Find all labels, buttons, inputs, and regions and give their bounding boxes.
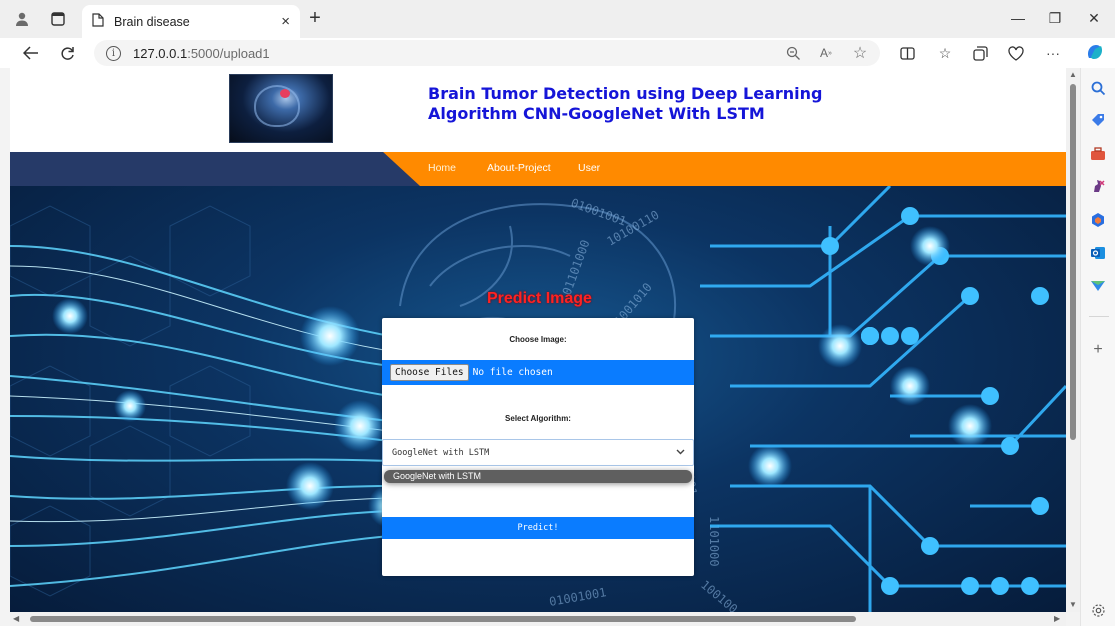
svg-text:01001001: 01001001 <box>548 585 607 609</box>
site-header: Brain Tumor Detection using Deep Learnin… <box>10 68 1066 152</box>
tools-briefcase-icon[interactable] <box>1088 144 1108 164</box>
search-icon[interactable] <box>1088 78 1108 98</box>
add-sidebar-app-icon[interactable]: + <box>1088 340 1108 360</box>
tab-close-icon[interactable]: × <box>281 13 290 30</box>
browser-essentials-icon[interactable] <box>1005 42 1027 64</box>
choose-image-label: Choose Image: <box>509 335 567 344</box>
microsoft-365-icon[interactable] <box>1088 210 1108 230</box>
brain-logo-image <box>229 74 333 143</box>
drop-send-icon[interactable] <box>1088 276 1108 296</box>
navbar: Home About-Project User <box>10 152 1066 186</box>
scroll-right-icon[interactable]: ▶ <box>1054 614 1060 623</box>
scroll-up-icon[interactable]: ▲ <box>1069 70 1077 79</box>
algorithm-select[interactable]: GoogleNet with LSTM <box>382 439 694 466</box>
file-status-text: No file chosen <box>472 367 553 378</box>
refresh-icon[interactable] <box>56 42 78 64</box>
restore-button[interactable]: ❐ <box>1040 5 1070 31</box>
read-aloud-icon[interactable]: A» <box>815 42 837 64</box>
split-screen-icon[interactable] <box>896 42 918 64</box>
hero-background: 01001001 10100110 01101000 1001010 01001… <box>10 186 1066 612</box>
new-tab-button[interactable]: + <box>302 5 328 31</box>
vertical-scroll-thumb[interactable] <box>1070 84 1076 440</box>
sidebar-divider <box>1089 316 1109 317</box>
scroll-left-icon[interactable]: ◀ <box>13 614 19 623</box>
vertical-scrollbar[interactable]: ▲ ▼ <box>1066 68 1080 612</box>
horizontal-scroll-thumb[interactable] <box>30 616 856 622</box>
page-viewport: Brain Tumor Detection using Deep Learnin… <box>10 68 1066 612</box>
chevron-down-icon <box>676 447 685 458</box>
tumor-highlight <box>280 89 290 98</box>
back-icon[interactable] <box>20 42 42 64</box>
predict-image-heading: Predict Image <box>487 290 592 307</box>
favorites-icon[interactable]: ☆ <box>934 42 956 64</box>
tab-title: Brain disease <box>114 14 190 29</box>
copilot-icon[interactable] <box>1084 41 1106 63</box>
edge-sidebar: + <box>1080 68 1115 626</box>
svg-text:01001001: 01001001 <box>569 196 628 229</box>
upload-form-card: Choose Image: Choose Files No file chose… <box>382 318 694 576</box>
browser-tab[interactable]: Brain disease × <box>82 5 300 38</box>
collections-icon[interactable] <box>969 42 991 64</box>
file-input-row: Choose Files No file chosen <box>382 360 694 385</box>
nav-link-about-project[interactable]: About-Project <box>487 162 551 174</box>
outlook-icon[interactable] <box>1088 243 1108 263</box>
skull-outline <box>254 85 300 127</box>
horizontal-scrollbar[interactable]: ◀ ▶ <box>10 612 1066 626</box>
scroll-down-icon[interactable]: ▼ <box>1069 600 1077 609</box>
tab-bar: Brain disease × + — ❐ ✕ <box>0 0 1115 38</box>
navbar-left-panel <box>10 152 420 186</box>
profile-icon[interactable] <box>10 8 34 30</box>
selected-algorithm-value: GoogleNet with LSTM <box>392 447 490 458</box>
site-info-icon[interactable]: i <box>106 45 121 61</box>
address-bar-row: i 127.0.0.1:5000/upload1 A» ☆ ☆ ··· <box>0 38 1115 68</box>
select-algorithm-label: Select Algorithm: <box>505 414 571 423</box>
dropdown-option-googlenet-lstm[interactable]: GoogleNet with LSTM <box>384 470 692 483</box>
zoom-icon[interactable] <box>782 42 804 64</box>
shopping-tag-icon[interactable] <box>1088 110 1108 130</box>
url-path: :5000/upload1 <box>187 45 270 61</box>
choose-files-button[interactable]: Choose Files <box>390 364 469 381</box>
nav-link-home[interactable]: Home <box>428 162 456 174</box>
svg-text:1101000: 1101000 <box>707 516 721 567</box>
minimize-button[interactable]: — <box>1003 5 1033 31</box>
url-field[interactable]: i 127.0.0.1:5000/upload1 <box>94 40 880 66</box>
close-window-button[interactable]: ✕ <box>1079 5 1109 31</box>
url-host: 127.0.0.1 <box>133 45 188 61</box>
svg-text:100100: 100100 <box>698 578 740 612</box>
predict-button[interactable]: Predict! <box>382 517 694 539</box>
more-menu-icon[interactable]: ··· <box>1042 42 1064 64</box>
site-title: Brain Tumor Detection using Deep Learnin… <box>428 84 823 123</box>
page-icon <box>92 13 104 30</box>
svg-text:01101000: 01101000 <box>560 238 593 297</box>
nav-link-user[interactable]: User <box>578 162 600 174</box>
favorite-star-icon[interactable]: ☆ <box>849 42 871 64</box>
sidebar-settings-gear-icon[interactable] <box>1088 600 1108 620</box>
tab-actions-icon[interactable] <box>46 8 70 30</box>
games-icon[interactable] <box>1088 176 1108 196</box>
